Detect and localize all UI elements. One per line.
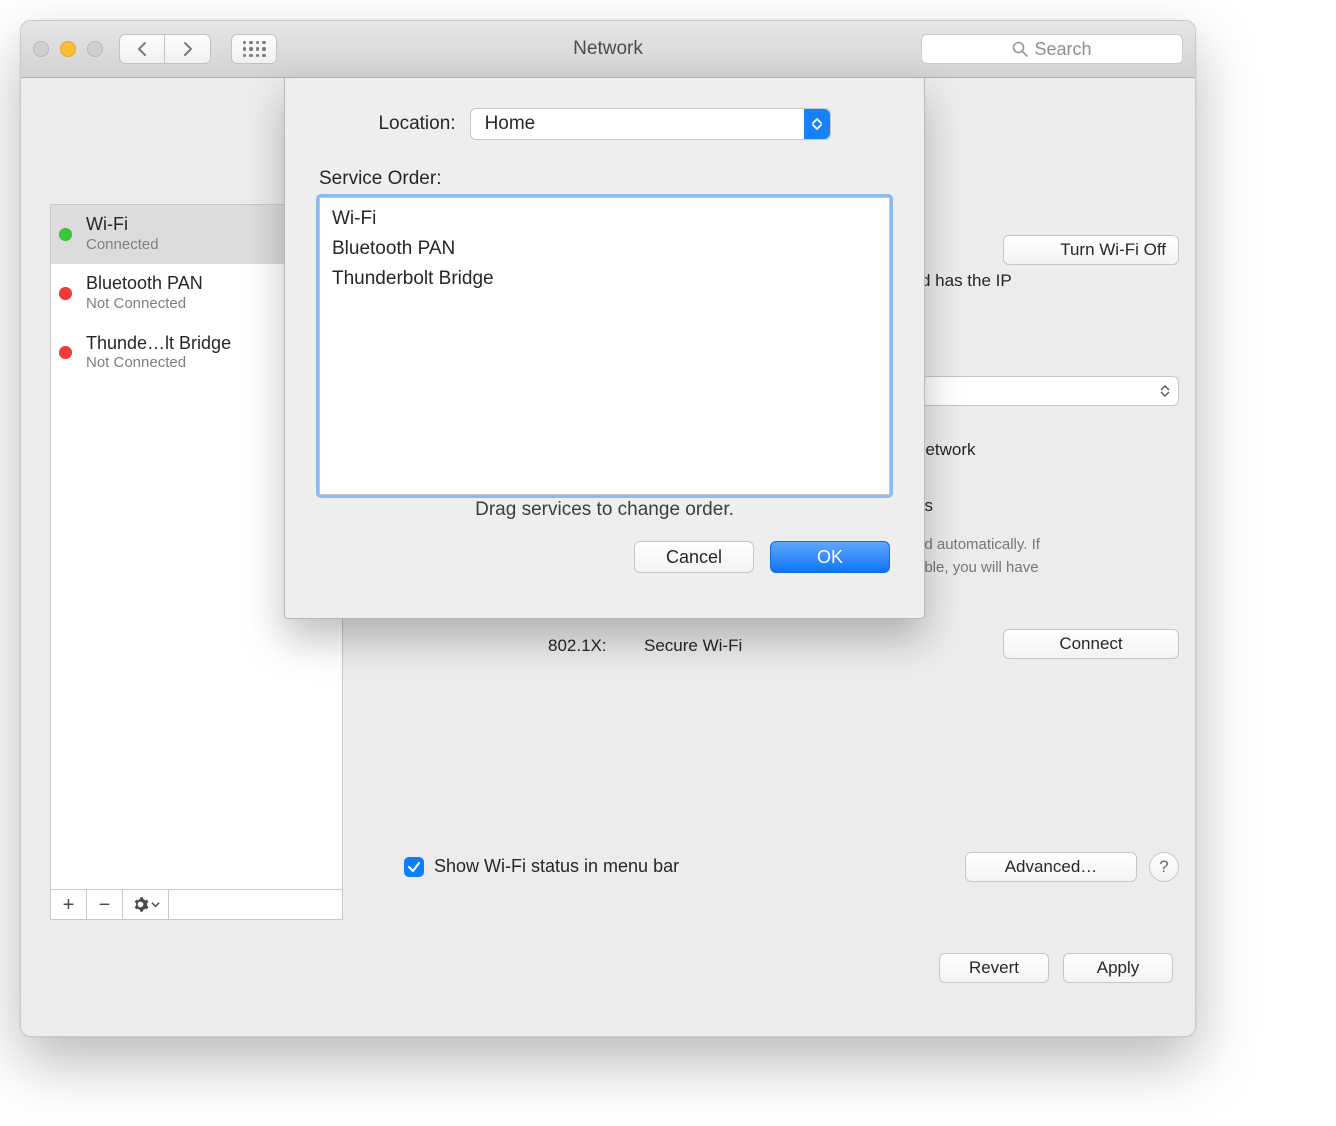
titlebar: Network Search (21, 21, 1195, 78)
8021x-label: 802.1X: (548, 636, 607, 656)
location-select[interactable]: Home (470, 108, 831, 140)
nav-back-forward (119, 34, 211, 64)
add-service-button[interactable]: + (51, 890, 87, 919)
remove-service-button[interactable]: − (87, 890, 123, 919)
show-all-button[interactable] (231, 34, 277, 64)
show-wifi-menubar-row: Show Wi-Fi status in menu bar (404, 856, 679, 877)
forward-button[interactable] (165, 34, 211, 64)
chevron-down-icon (812, 124, 822, 131)
apply-button[interactable]: Apply (1063, 953, 1173, 983)
service-order-item[interactable]: Thunderbolt Bridge (332, 264, 877, 294)
service-order-item[interactable]: Wi-Fi (332, 204, 877, 234)
service-order-sheet: Location: Home Service Order: Wi-Fi Blue… (284, 78, 925, 619)
zoom-window-button[interactable] (87, 41, 103, 57)
8021x-value: Secure Wi-Fi (644, 636, 742, 656)
service-order-item[interactable]: Bluetooth PAN (332, 234, 877, 264)
connect-button[interactable]: Connect (1003, 629, 1179, 659)
show-wifi-menubar-label: Show Wi-Fi status in menu bar (434, 856, 679, 877)
search-icon (1012, 41, 1028, 57)
status-dot-icon (59, 287, 72, 300)
ip-address-text-fragment: d has the IP (921, 271, 1177, 291)
help-button[interactable]: ? (1149, 852, 1179, 882)
turn-wifi-off-button[interactable]: Turn Wi-Fi Off (1003, 235, 1179, 265)
service-actions-menu[interactable] (123, 890, 169, 919)
service-order-list[interactable]: Wi-Fi Bluetooth PAN Thunderbolt Bridge (319, 197, 890, 495)
back-button[interactable] (119, 34, 165, 64)
network-name-select[interactable] (921, 376, 1179, 406)
close-window-button[interactable] (33, 41, 49, 57)
chevron-up-icon (812, 117, 822, 124)
advanced-button[interactable]: Advanced… (965, 852, 1137, 882)
text-fragment-ks: ks (916, 494, 1179, 518)
select-endcap (804, 109, 830, 139)
ok-button[interactable]: OK (770, 541, 890, 573)
grid-icon (243, 41, 266, 58)
location-value: Home (485, 113, 536, 135)
text-fragment-network: network (916, 438, 1179, 462)
network-preferences-window: Network Search Wi-Fi Connected (20, 20, 1196, 1037)
search-field[interactable]: Search (921, 34, 1183, 64)
status-dot-icon (59, 228, 72, 241)
chevron-down-icon (151, 900, 160, 909)
gear-icon (132, 896, 149, 913)
spacer (169, 890, 342, 919)
service-order-hint: Drag services to change order. (285, 499, 924, 521)
revert-button[interactable]: Revert (939, 953, 1049, 983)
stepper-icon (1160, 385, 1170, 397)
text-fragment-auto: ed automatically. If able, you will have… (916, 534, 1179, 602)
cancel-button[interactable]: Cancel (634, 541, 754, 573)
dialog-buttons: Cancel OK (634, 541, 890, 573)
search-placeholder: Search (1034, 39, 1091, 60)
service-order-label: Service Order: (319, 168, 441, 190)
content-area: Wi-Fi Connected Bluetooth PAN Not Connec… (21, 78, 1195, 1036)
minimize-window-button[interactable] (60, 41, 76, 57)
location-label: Location: (378, 113, 455, 135)
check-icon (407, 860, 421, 874)
button-label: Turn Wi-Fi Off (1060, 240, 1166, 260)
window-traffic-lights (33, 41, 109, 57)
show-wifi-menubar-checkbox[interactable] (404, 857, 424, 877)
status-dot-icon (59, 346, 72, 359)
sidebar-footer: + − (51, 889, 342, 919)
location-row: Location: Home (285, 108, 924, 140)
